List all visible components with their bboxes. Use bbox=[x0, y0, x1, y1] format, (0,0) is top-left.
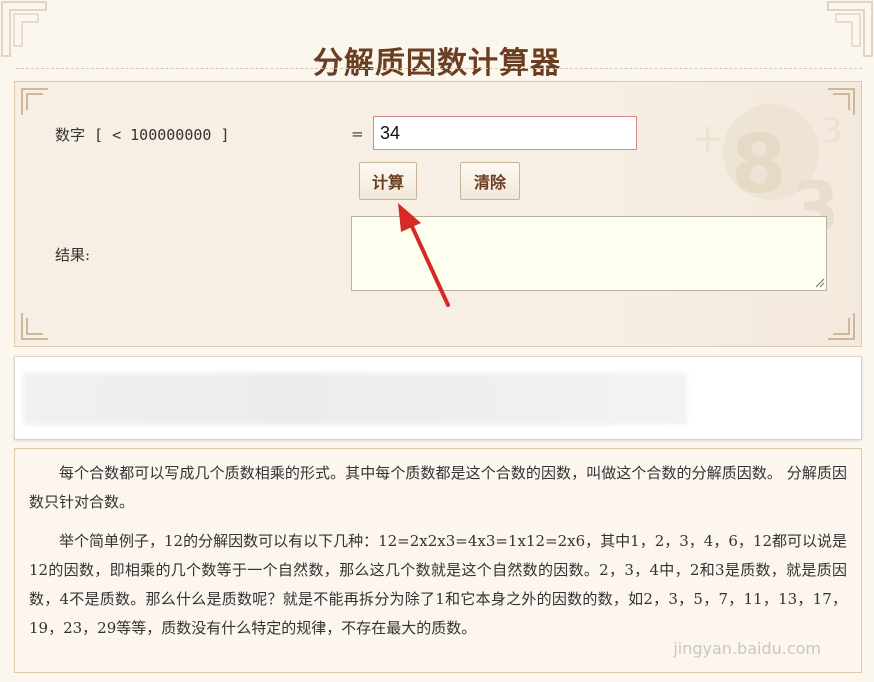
svg-text:3: 3 bbox=[821, 111, 843, 151]
number-input[interactable] bbox=[373, 116, 637, 150]
result-textarea[interactable] bbox=[351, 216, 827, 291]
title-divider bbox=[16, 68, 862, 69]
calculator-panel: 8 3 + 3 数字 [ < 100000000 ] = 计算 清除 结果: bbox=[14, 81, 862, 347]
calculate-button[interactable]: 计算 bbox=[359, 162, 417, 200]
page-title: 分解质因数计算器 bbox=[313, 46, 561, 82]
resize-grip-icon[interactable] bbox=[813, 276, 825, 288]
panel-corner-icon bbox=[21, 88, 48, 115]
number-label: 数字 [ < 100000000 ] bbox=[55, 126, 230, 144]
result-label: 结果: bbox=[55, 246, 91, 264]
description-paragraph: 每个合数都可以写成几个质数相乘的形式。其中每个质数都是这个合数的因数，叫做这个合… bbox=[29, 464, 847, 511]
panel-corner-icon bbox=[828, 88, 855, 115]
description-section: 每个合数都可以写成几个质数相乘的形式。其中每个质数都是这个合数的因数，叫做这个合… bbox=[14, 448, 862, 673]
watermark: jingyan.baidu.com bbox=[673, 639, 821, 658]
decorative-numbers-background: 8 3 + 3 bbox=[691, 104, 843, 249]
clear-button[interactable]: 清除 bbox=[460, 162, 520, 200]
svg-text:8: 8 bbox=[731, 118, 787, 211]
blurred-ad-content bbox=[23, 373, 687, 425]
description-paragraph: 举个简单例子，12的分解因数可以有以下几种：12=2x2x3=4x3=1x12=… bbox=[29, 532, 847, 637]
equals-sign: = bbox=[351, 125, 364, 143]
panel-corner-icon bbox=[828, 313, 855, 340]
panel-corner-icon bbox=[21, 313, 48, 340]
ad-banner bbox=[14, 356, 862, 440]
svg-text:+: + bbox=[691, 116, 725, 162]
